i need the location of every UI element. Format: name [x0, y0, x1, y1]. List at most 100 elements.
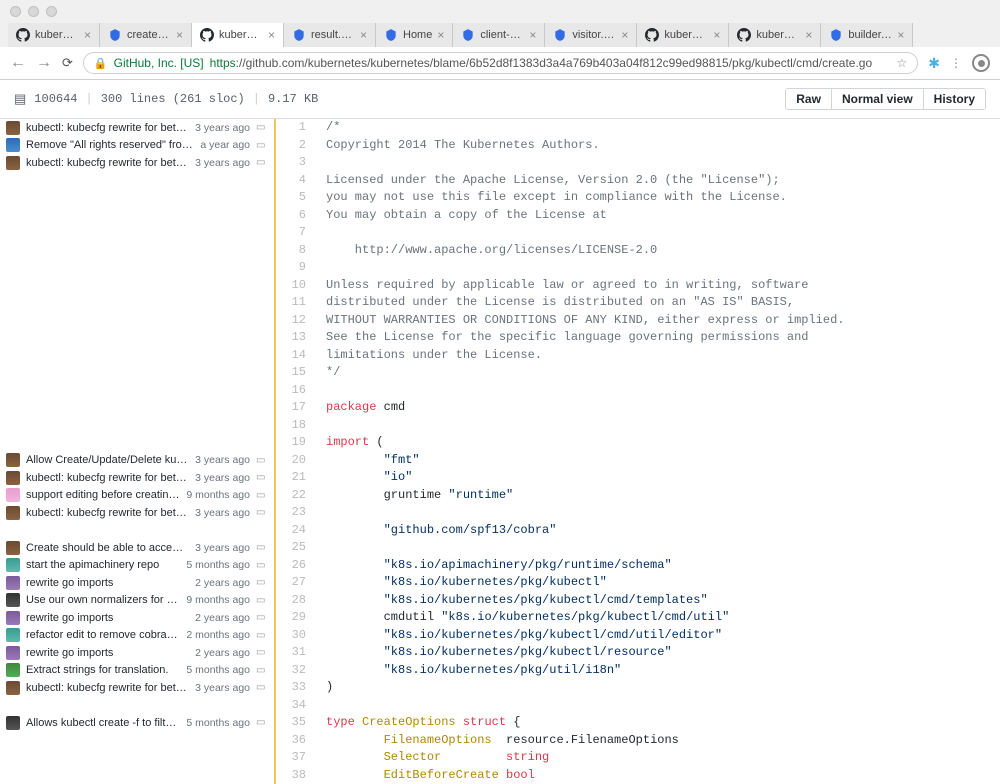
browser-tab[interactable]: client-go — k×: [453, 23, 545, 47]
line-number[interactable]: 32: [286, 662, 306, 680]
line-number[interactable]: 7: [286, 224, 306, 242]
reblame-icon[interactable]: ▭: [256, 542, 268, 553]
blame-row[interactable]: rewrite go imports2 years ago▭: [0, 644, 274, 662]
line-number[interactable]: 4: [286, 172, 306, 190]
line-number[interactable]: 37: [286, 749, 306, 767]
blame-row[interactable]: kubectl: kubecfg rewrite for better m...…: [0, 504, 274, 522]
line-number[interactable]: 6: [286, 207, 306, 225]
blame-row[interactable]: start the apimachinery repo5 months ago▭: [0, 557, 274, 575]
line-number[interactable]: 29: [286, 609, 306, 627]
browser-tab[interactable]: visitor.go —×: [545, 23, 637, 47]
blame-row[interactable]: refactor edit to remove cobra depen...2 …: [0, 627, 274, 645]
window-maximize-icon[interactable]: [46, 6, 57, 17]
line-number[interactable]: 22: [286, 487, 306, 505]
browser-tab[interactable]: kubernetes/t×: [637, 23, 729, 47]
nav-reload-icon[interactable]: ⟳: [62, 55, 73, 71]
blame-row[interactable]: rewrite go imports2 years ago▭: [0, 609, 274, 627]
browser-tab[interactable]: result.go — k×: [284, 23, 376, 47]
tab-close-icon[interactable]: ×: [176, 28, 183, 42]
reblame-icon[interactable]: ▭: [256, 560, 268, 571]
reblame-icon[interactable]: ▭: [256, 507, 268, 518]
commit-message[interactable]: kubectl: kubecfg rewrite for better m...: [26, 472, 189, 484]
browser-tab[interactable]: kubernetes/r×: [8, 23, 100, 47]
blame-row[interactable]: Extract strings for translation.5 months…: [0, 662, 274, 680]
line-number[interactable]: 10: [286, 277, 306, 295]
line-number[interactable]: 35: [286, 714, 306, 732]
line-number[interactable]: 26: [286, 557, 306, 575]
history-button[interactable]: History: [924, 89, 985, 109]
browser-tab[interactable]: create.go —×: [100, 23, 192, 47]
line-number[interactable]: 24: [286, 522, 306, 540]
commit-message[interactable]: Create should be able to accept mult...: [26, 542, 189, 554]
line-number[interactable]: 18: [286, 417, 306, 435]
reblame-icon[interactable]: ▭: [256, 630, 268, 641]
line-number[interactable]: 27: [286, 574, 306, 592]
tab-close-icon[interactable]: ×: [360, 28, 367, 42]
browser-tab[interactable]: kubernetes/h×: [192, 23, 284, 47]
reblame-icon[interactable]: ▭: [256, 157, 268, 168]
commit-message[interactable]: rewrite go imports: [26, 612, 189, 624]
normal-view-button[interactable]: Normal view: [832, 89, 924, 109]
line-number[interactable]: 2: [286, 137, 306, 155]
blame-row[interactable]: kubectl: kubecfg rewrite for better m...…: [0, 119, 274, 137]
line-number[interactable]: 34: [286, 697, 306, 715]
line-number[interactable]: 5: [286, 189, 306, 207]
line-number[interactable]: 36: [286, 732, 306, 750]
line-number[interactable]: 3: [286, 154, 306, 172]
line-number[interactable]: 20: [286, 452, 306, 470]
line-number[interactable]: 23: [286, 504, 306, 522]
blame-row[interactable]: rewrite go imports2 years ago▭: [0, 574, 274, 592]
commit-message[interactable]: rewrite go imports: [26, 577, 189, 589]
blame-row[interactable]: Use our own normalizers for cmd exa...9 …: [0, 592, 274, 610]
commit-message[interactable]: Allow Create/Update/Delete kubectl ...: [26, 454, 189, 466]
tab-close-icon[interactable]: ×: [805, 28, 812, 42]
line-number[interactable]: 13: [286, 329, 306, 347]
reblame-icon[interactable]: ▭: [256, 490, 268, 501]
commit-message[interactable]: Remove "All rights reserved" from all...: [26, 139, 194, 151]
window-minimize-icon[interactable]: [28, 6, 39, 17]
tab-close-icon[interactable]: ×: [529, 28, 536, 42]
reblame-icon[interactable]: ▭: [256, 577, 268, 588]
blame-row[interactable]: Allow Create/Update/Delete kubectl ...3 …: [0, 452, 274, 470]
commit-message[interactable]: support editing before creating reso...: [26, 489, 180, 501]
line-number[interactable]: 21: [286, 469, 306, 487]
line-number[interactable]: 12: [286, 312, 306, 330]
line-number[interactable]: 33: [286, 679, 306, 697]
line-number[interactable]: 1: [286, 119, 306, 137]
line-number[interactable]: 8: [286, 242, 306, 260]
commit-message[interactable]: Extract strings for translation.: [26, 664, 180, 676]
reblame-icon[interactable]: ▭: [256, 612, 268, 623]
blame-row[interactable]: kubectl: kubecfg rewrite for better m...…: [0, 154, 274, 172]
tab-close-icon[interactable]: ×: [713, 28, 720, 42]
url-bar[interactable]: 🔒 GitHub, Inc. [US] https://github.com/k…: [83, 52, 918, 74]
nav-back-icon[interactable]: ←: [10, 54, 26, 72]
bookmark-star-icon[interactable]: ☆: [897, 56, 908, 70]
blame-row[interactable]: Create should be able to accept mult...3…: [0, 539, 274, 557]
blame-row[interactable]: support editing before creating reso...9…: [0, 487, 274, 505]
line-number[interactable]: 9: [286, 259, 306, 277]
browser-tab[interactable]: Home×: [376, 23, 453, 47]
commit-message[interactable]: Allows kubectl create -f to filter by s.…: [26, 717, 180, 729]
reblame-icon[interactable]: ▭: [256, 682, 268, 693]
profile-avatar-icon[interactable]: [972, 54, 990, 72]
commit-message[interactable]: kubectl: kubecfg rewrite for better m...: [26, 122, 189, 134]
commit-message[interactable]: Use our own normalizers for cmd exa...: [26, 594, 180, 606]
line-number[interactable]: 14: [286, 347, 306, 365]
reblame-icon[interactable]: ▭: [256, 595, 268, 606]
blame-row[interactable]: Allows kubectl create -f to filter by s.…: [0, 714, 274, 732]
line-number[interactable]: 17: [286, 399, 306, 417]
tab-close-icon[interactable]: ×: [84, 28, 91, 42]
reblame-icon[interactable]: ▭: [256, 717, 268, 728]
kebab-menu-icon[interactable]: ⋮: [950, 56, 962, 70]
extension-icon[interactable]: ✱: [928, 55, 940, 72]
browser-tab[interactable]: builder.go —×: [821, 23, 913, 47]
line-number[interactable]: 38: [286, 767, 306, 784]
blame-row[interactable]: kubectl: kubecfg rewrite for better m...…: [0, 469, 274, 487]
window-close-icon[interactable]: [10, 6, 21, 17]
line-number[interactable]: 16: [286, 382, 306, 400]
line-number[interactable]: 30: [286, 627, 306, 645]
commit-message[interactable]: kubectl: kubecfg rewrite for better m...: [26, 682, 189, 694]
reblame-icon[interactable]: ▭: [256, 455, 268, 466]
commit-message[interactable]: refactor edit to remove cobra depen...: [26, 629, 180, 641]
commit-message[interactable]: kubectl: kubecfg rewrite for better m...: [26, 507, 189, 519]
